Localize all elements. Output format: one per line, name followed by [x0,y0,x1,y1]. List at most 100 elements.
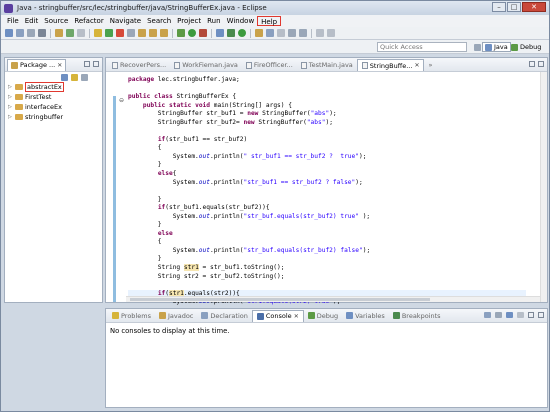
pin-console-icon[interactable] [495,312,502,318]
run-icon[interactable] [188,29,196,37]
minimize-view-icon[interactable] [84,61,90,67]
disconnect-icon[interactable] [127,29,135,37]
close-icon[interactable]: ✕ [414,62,419,69]
perspective-debug[interactable]: Debug [508,42,544,52]
close-button[interactable]: ✕ [522,2,546,12]
menu-run[interactable]: Run [204,16,223,26]
editor-tab[interactable]: TestMain.java [297,59,357,71]
code-line[interactable]: System.out.println("str_buf.equals(str_b… [128,213,528,222]
save-all-icon[interactable] [27,29,35,37]
minimize-view-icon[interactable] [529,61,535,67]
tree-item[interactable]: ▷ interfaceEx [5,102,102,112]
code-line[interactable]: } [128,161,528,170]
new-package-icon[interactable] [227,29,235,37]
menu-refactor[interactable]: Refactor [71,16,106,26]
code-line[interactable]: { [128,144,528,153]
fold-icon[interactable]: ⊖ [119,97,124,104]
tree-item[interactable]: ▷ FirstTest [5,92,102,102]
editor-tab[interactable]: FireOfficer... [242,59,297,71]
display-console-icon[interactable] [506,312,513,318]
minimize-view-icon[interactable] [528,312,534,318]
perspective-java[interactable]: Java [482,42,511,52]
code-line[interactable]: } [128,255,528,264]
prev-annotation-icon[interactable] [299,29,307,37]
minimize-button[interactable]: – [492,2,506,12]
expand-arrow-icon[interactable]: ▷ [8,114,13,120]
toggle-mark-icon[interactable] [277,29,285,37]
code-line[interactable] [128,85,528,94]
back-icon[interactable] [316,29,324,37]
code-line[interactable]: public class StringBufferEx { [128,93,528,102]
search-icon[interactable] [266,29,274,37]
link-with-editor-icon[interactable] [71,73,78,81]
code-line[interactable]: { [128,238,528,247]
tab-overflow-button[interactable]: » [424,59,436,71]
skip-breakpoints-icon[interactable] [77,29,85,37]
code-line[interactable]: String str2 = str_buf2.toString(); [128,273,528,282]
step-return-icon[interactable] [160,29,168,37]
menu-search[interactable]: Search [144,16,174,26]
collapse-all-icon[interactable] [61,73,68,81]
step-into-icon[interactable] [138,29,146,37]
code-line[interactable]: else{ [128,170,528,179]
suspend-icon[interactable] [105,29,113,37]
code-line[interactable]: System.out.println("str_buf1 == str_buf2… [128,179,528,188]
menu-file[interactable]: File [4,16,22,26]
new-java-project-icon[interactable] [216,29,224,37]
view-menu-icon[interactable] [81,73,88,81]
code-line[interactable]: StringBuffer str_buf1 = new StringBuffer… [128,110,528,119]
external-tools-icon[interactable] [199,29,207,37]
vertical-scrollbar[interactable] [540,72,547,302]
print-icon[interactable] [38,29,46,37]
debug-icon[interactable] [177,29,185,37]
expand-arrow-icon[interactable]: ▷ [8,94,13,100]
tree-item[interactable]: ▷ stringbuffer [5,112,102,122]
menu-navigate[interactable]: Navigate [107,16,144,26]
tab-console[interactable]: Console ✕ [251,309,304,322]
step-over-icon[interactable] [149,29,157,37]
code-line[interactable]: if(str_buf1.equals(str_buf2)){ [128,204,528,213]
maximize-view-icon[interactable] [93,61,99,67]
code-line[interactable] [128,187,528,196]
expand-arrow-icon[interactable]: ▷ [8,84,13,90]
code-line[interactable]: public static void main(String[] args) { [128,102,528,111]
horizontal-scrollbar[interactable] [126,296,540,302]
code-line[interactable]: } [128,221,528,230]
terminate-icon[interactable] [116,29,124,37]
maximize-view-icon[interactable] [538,312,544,318]
code-line[interactable]: package lec.stringbuffer.java; [128,76,528,85]
close-icon[interactable]: ✕ [57,62,62,69]
code-line[interactable]: if(str_buf1 == str_buf2) [128,136,528,145]
editor-tab[interactable]: WorkFieman.java [170,59,242,71]
menu-window[interactable]: Window [224,16,258,26]
terminal-icon[interactable] [66,29,74,37]
view-menu-icon[interactable] [517,312,524,318]
tab-declaration[interactable]: Declaration [197,310,251,322]
editor-tab[interactable]: RecoverPers... [108,59,170,71]
new-class-icon[interactable] [238,29,246,37]
open-type-icon[interactable] [255,29,263,37]
tab-variables[interactable]: Variables [342,310,389,322]
code-line[interactable]: else [128,230,528,239]
tab-javadoc[interactable]: Javadoc [155,310,197,322]
tree-item[interactable]: ▷ abstractEx [5,82,102,92]
save-icon[interactable] [16,29,24,37]
scrollbar-thumb[interactable] [130,298,430,301]
code-line[interactable]: } [128,196,528,205]
next-annotation-icon[interactable] [288,29,296,37]
tab-debug[interactable]: Debug [304,310,342,322]
code-line[interactable]: String str1 = str_buf1.toString(); [128,264,528,273]
tab-problems[interactable]: Problems [108,310,155,322]
editor-tab-active[interactable]: StringBuffe... ✕ [356,59,425,71]
resume-icon[interactable] [94,29,102,37]
maximize-button[interactable]: □ [507,2,521,12]
expand-arrow-icon[interactable]: ▷ [8,104,13,110]
build-icon[interactable] [55,29,63,37]
forward-icon[interactable] [327,29,335,37]
code-area[interactable]: ⊖ package lec.stringbuffer.java; public … [106,72,547,305]
maximize-view-icon[interactable] [538,61,544,67]
open-console-icon[interactable] [484,312,491,318]
code-line[interactable] [128,127,528,136]
menu-project[interactable]: Project [174,16,204,26]
close-icon[interactable]: ✕ [294,313,299,320]
